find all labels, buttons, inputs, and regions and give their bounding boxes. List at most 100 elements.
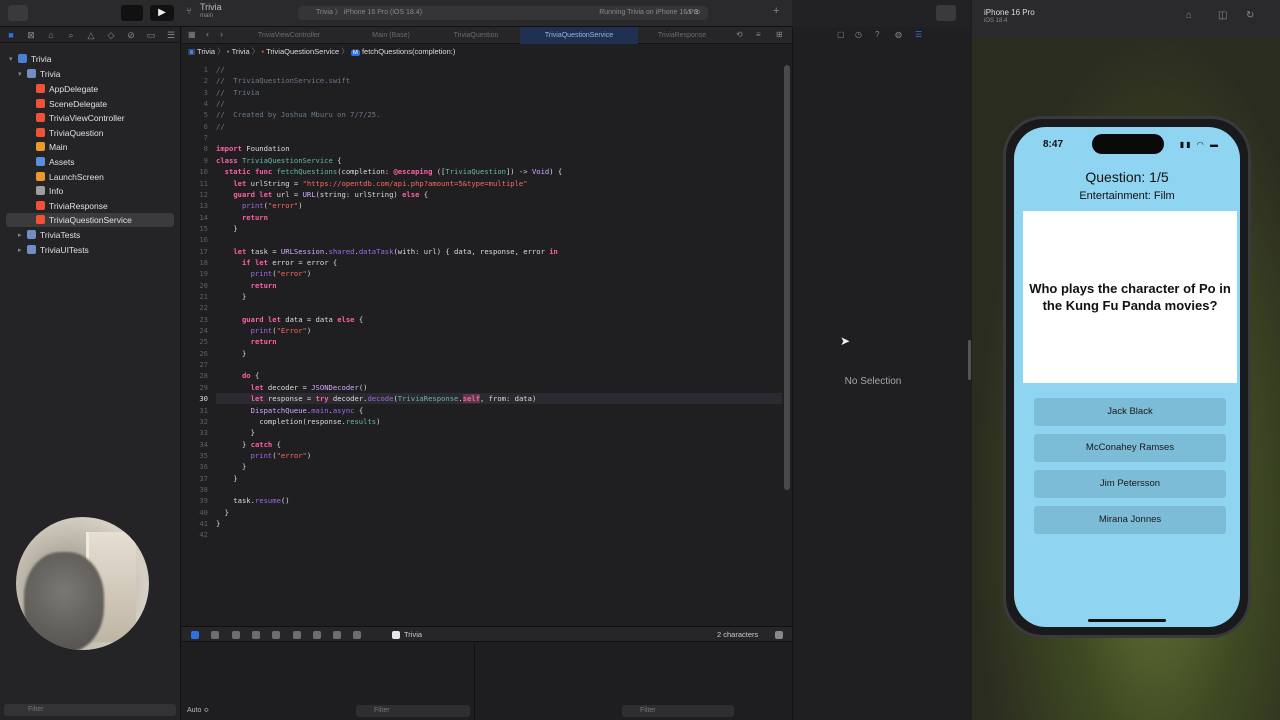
debug-target[interactable]: Trivia xyxy=(404,627,422,643)
code-line[interactable]: return xyxy=(216,212,268,223)
editor-scrollbar[interactable] xyxy=(784,65,790,490)
grid-icon[interactable]: ▦ xyxy=(188,30,196,39)
jump-file[interactable]: TriviaQuestionService xyxy=(266,47,339,56)
screenshot-icon[interactable]: ◫ xyxy=(1218,10,1227,21)
code-line[interactable]: // TriviaQuestionService.swift xyxy=(216,75,350,86)
code-line[interactable]: guard let data = data else { xyxy=(216,314,363,325)
code-line[interactable]: } xyxy=(216,473,237,484)
disclosure-icon[interactable]: ▸ xyxy=(18,246,22,254)
back-icon[interactable]: ‹ xyxy=(206,29,209,39)
navigator-filter-field[interactable]: Filter xyxy=(4,704,176,716)
step-into-icon[interactable] xyxy=(272,631,280,639)
attributes-icon[interactable]: ☰ xyxy=(915,30,922,39)
stop-button[interactable] xyxy=(121,5,143,21)
jump-project[interactable]: Trivia xyxy=(197,47,215,56)
folder-icon[interactable]: ■ xyxy=(6,30,16,40)
code-line[interactable]: class TriviaQuestionService { xyxy=(216,155,342,166)
navigator-file-item[interactable]: TriviaQuestion xyxy=(36,126,103,140)
code-line[interactable]: } xyxy=(216,518,220,529)
variables-filter[interactable]: Filter xyxy=(356,705,470,717)
navigator-file-item[interactable]: Main xyxy=(36,140,67,154)
console-auto-select[interactable]: Auto ≎ xyxy=(187,706,209,714)
jump-group[interactable]: Trivia xyxy=(232,47,250,56)
code-line[interactable]: completion(response.results) xyxy=(216,416,380,427)
memory-graph-icon[interactable] xyxy=(313,631,321,639)
pause-icon[interactable] xyxy=(211,631,219,639)
navigator-file-item[interactable]: Info xyxy=(36,184,63,198)
source-control-icon[interactable]: ⊠ xyxy=(26,30,36,40)
editor-tab[interactable]: TriviaQuestionService xyxy=(520,27,638,44)
code-line[interactable]: } xyxy=(216,461,246,472)
bookmark-icon[interactable]: ⌂ xyxy=(46,30,56,40)
code-line[interactable]: let decoder = JSONDecoder() xyxy=(216,382,368,393)
code-line[interactable]: print("Error") xyxy=(216,325,312,336)
help-icon[interactable]: ? xyxy=(875,30,879,39)
identity-icon[interactable]: ◍ xyxy=(895,30,902,39)
navigator-file-item[interactable]: LaunchScreen xyxy=(36,170,104,184)
editor-tab[interactable]: Main (Base) xyxy=(350,27,432,44)
issue-icon[interactable]: △ xyxy=(86,30,96,40)
split-icon[interactable]: ≡ xyxy=(756,30,761,39)
answer-button-3[interactable]: Jim Petersson xyxy=(1034,470,1226,498)
code-line[interactable]: let task = URLSession.shared.dataTask(wi… xyxy=(216,246,558,257)
code-line[interactable]: } xyxy=(216,291,246,302)
environment-icon[interactable] xyxy=(333,631,341,639)
breakpoint-icon[interactable]: ▭ xyxy=(146,30,156,40)
window-resize-handle[interactable] xyxy=(968,340,971,380)
code-line[interactable]: print("error") xyxy=(216,200,303,211)
search-icon[interactable]: ⌕ xyxy=(66,30,76,40)
continue-icon[interactable] xyxy=(232,631,240,639)
debug-icon[interactable]: ⊘ xyxy=(126,30,136,40)
run-destination[interactable]: Trivia 〉 iPhone 16 Pro (iOS 18.4) xyxy=(316,9,422,16)
code-line[interactable]: print("error") xyxy=(216,268,312,279)
answer-button-1[interactable]: Jack Black xyxy=(1034,398,1226,426)
rotate-icon[interactable]: ↻ xyxy=(1246,10,1254,21)
test-icon[interactable]: ◇ xyxy=(106,30,116,40)
console-toggle-icon[interactable] xyxy=(191,631,199,639)
code-line[interactable]: } xyxy=(216,507,229,518)
code-line[interactable]: return xyxy=(216,336,277,347)
code-line[interactable]: return xyxy=(216,280,277,291)
editor-tab[interactable]: TriviaViewController xyxy=(234,27,344,44)
home-icon[interactable]: ⌂ xyxy=(1186,10,1192,21)
console-filter[interactable]: Filter xyxy=(622,705,734,717)
code-line[interactable]: // Trivia xyxy=(216,87,259,98)
disclosure-icon[interactable]: ▸ xyxy=(18,231,22,239)
code-line[interactable]: } xyxy=(216,223,237,234)
code-line[interactable]: } xyxy=(216,348,246,359)
refresh-icon[interactable]: ⟲ xyxy=(736,30,743,39)
code-line[interactable]: do { xyxy=(216,370,259,381)
code-line[interactable]: } xyxy=(216,427,255,438)
jump-method[interactable]: fetchQuestions(completion:) xyxy=(362,47,455,56)
navigator-file-item[interactable]: SceneDelegate xyxy=(36,97,107,111)
report-icon[interactable]: ☰ xyxy=(166,30,176,40)
step-over-icon[interactable] xyxy=(252,631,260,639)
disclosure-icon[interactable]: ▾ xyxy=(9,55,13,63)
add-editor-icon[interactable]: ⊞ xyxy=(776,30,783,39)
location-icon[interactable] xyxy=(353,631,361,639)
view-hierarchy-icon[interactable] xyxy=(293,631,301,639)
group-trivia[interactable]: Trivia xyxy=(27,67,60,81)
editor-tab[interactable]: TriviaQuestion xyxy=(436,27,516,44)
code-line[interactable]: let urlString = "https://opentdb.com/api… xyxy=(216,178,527,189)
warnings-badge[interactable]: ⚠ 3 xyxy=(686,8,698,16)
editor-tab[interactable]: TriviaResponse xyxy=(638,27,726,44)
forward-icon[interactable]: › xyxy=(220,29,223,39)
navigator-file-item[interactable]: AppDelegate xyxy=(36,82,98,96)
panel-toggle-icon[interactable] xyxy=(775,631,783,639)
group-trivia-tests[interactable]: TriviaTests xyxy=(27,228,80,242)
navigator-file-item[interactable]: Assets xyxy=(36,155,75,169)
code-line[interactable]: static func fetchQuestions(completion: @… xyxy=(216,166,563,177)
scheme-selector[interactable]: Trivia main xyxy=(200,3,222,21)
code-line[interactable]: guard let url = URL(string: urlString) e… xyxy=(216,189,428,200)
answer-button-4[interactable]: Mirana Jonnes xyxy=(1034,506,1226,534)
code-line[interactable]: DispatchQueue.main.async { xyxy=(216,405,364,416)
code-line[interactable]: if let error = error { xyxy=(216,257,337,268)
inspector-toggle-icon[interactable] xyxy=(936,5,956,21)
navigator-file-item[interactable]: TriviaQuestionService xyxy=(6,213,174,228)
add-button[interactable]: + xyxy=(773,5,779,17)
navigator-file-item[interactable]: TriviaResponse xyxy=(36,199,108,213)
disclosure-icon[interactable]: ▾ xyxy=(18,70,22,78)
code-line[interactable]: print("error") xyxy=(216,450,312,461)
code-line[interactable]: } catch { xyxy=(216,439,281,450)
